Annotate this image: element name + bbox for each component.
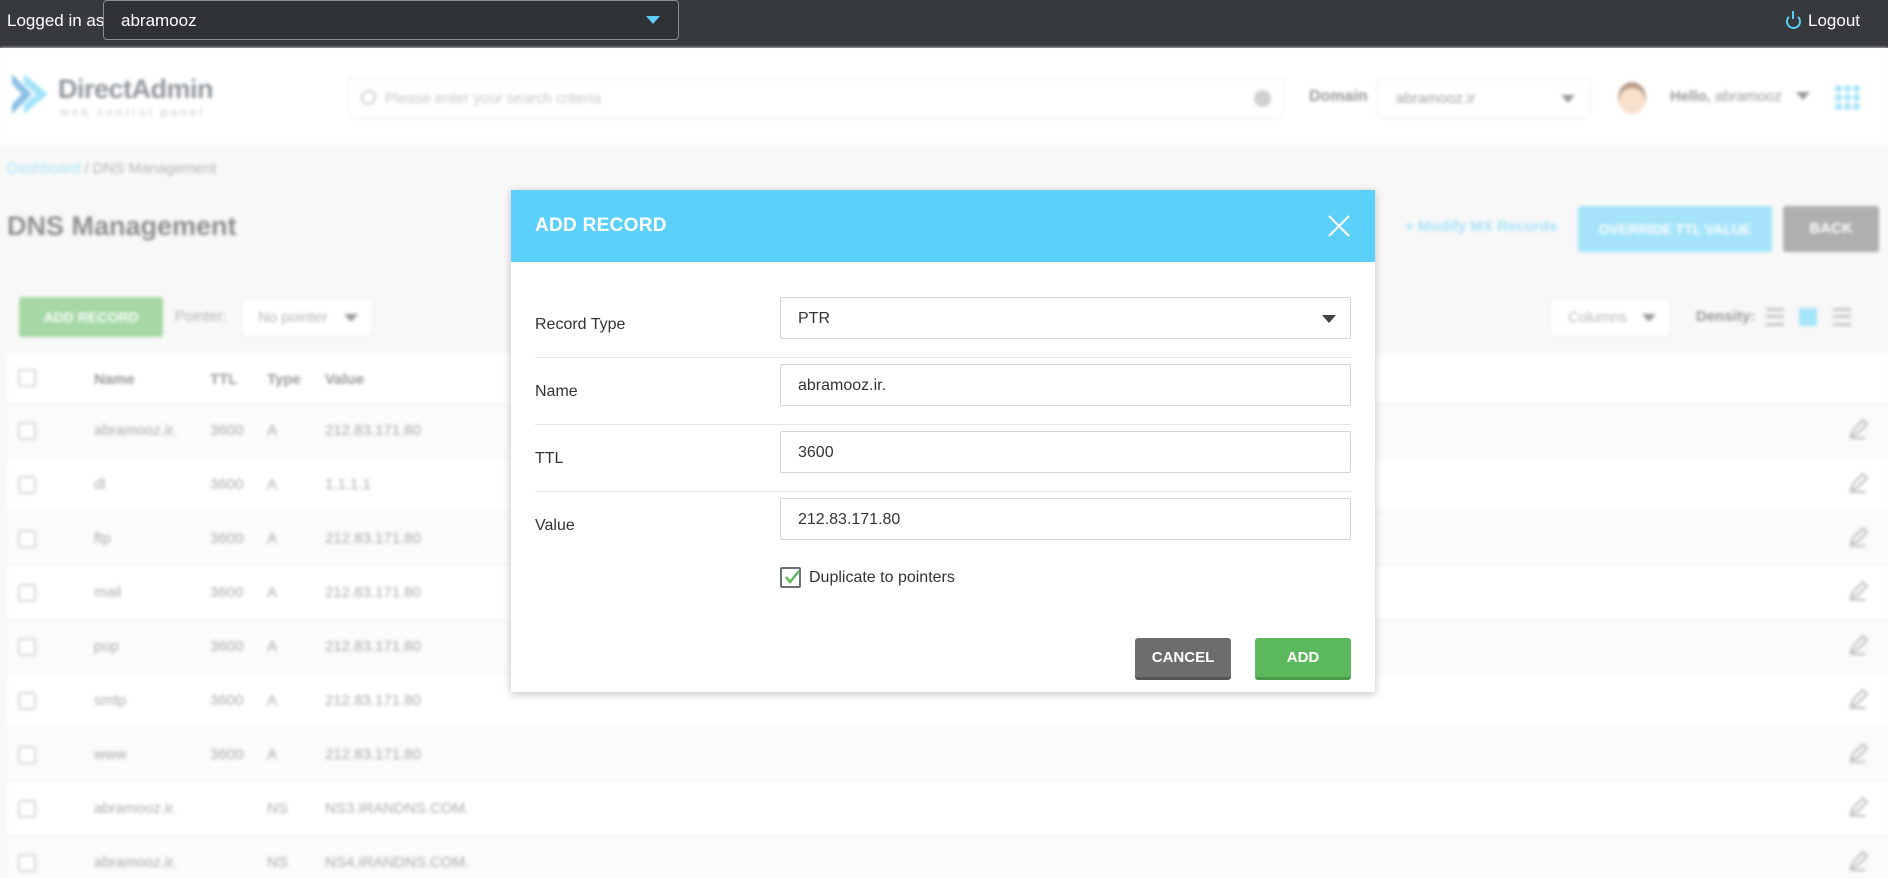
- record-type-label: Record Type: [535, 316, 626, 333]
- ttl-row: TTL 3600: [535, 425, 1351, 492]
- name-field[interactable]: abramooz.ir.: [780, 364, 1351, 406]
- add-button[interactable]: ADD: [1255, 638, 1351, 680]
- checkmark-icon: [785, 570, 800, 584]
- record-type-value: PTR: [798, 310, 830, 327]
- user-select-value: abramooz: [121, 11, 197, 30]
- checkbox[interactable]: [780, 567, 801, 588]
- name-label: Name: [535, 383, 578, 400]
- power-icon: [1786, 10, 1801, 29]
- name-field-value: abramooz.ir.: [798, 377, 887, 394]
- dialog-title: ADD RECORD: [535, 215, 667, 236]
- ttl-field-value: 3600: [798, 444, 834, 461]
- value-label: Value: [535, 517, 575, 534]
- value-field-value: 212.83.171.80: [798, 511, 901, 528]
- top-bar: Logged in as abramooz Logout: [0, 0, 1888, 48]
- user-select[interactable]: abramooz: [103, 0, 679, 40]
- add-record-dialog: ADD RECORD Record Type PTR Name abramooz…: [511, 190, 1375, 692]
- logout-button[interactable]: Logout: [1786, 10, 1860, 31]
- record-type-select[interactable]: PTR: [780, 297, 1351, 339]
- chevron-down-icon: [1322, 315, 1336, 323]
- chevron-down-icon: [646, 16, 660, 24]
- logout-label: Logout: [1808, 11, 1860, 30]
- dialog-header: ADD RECORD: [511, 190, 1375, 262]
- record-type-row: Record Type PTR: [535, 291, 1351, 358]
- close-icon[interactable]: [1323, 210, 1355, 242]
- duplicate-to-pointers-label: Duplicate to pointers: [809, 568, 955, 586]
- name-row: Name abramooz.ir.: [535, 358, 1351, 425]
- logged-in-label: Logged in as: [7, 11, 105, 30]
- ttl-field[interactable]: 3600: [780, 431, 1351, 473]
- duplicate-to-pointers-checkbox[interactable]: Duplicate to pointers: [780, 567, 955, 588]
- ttl-label: TTL: [535, 450, 564, 467]
- value-field[interactable]: 212.83.171.80: [780, 498, 1351, 540]
- value-row: Value 212.83.171.80: [535, 492, 1351, 559]
- cancel-button[interactable]: CANCEL: [1135, 638, 1231, 680]
